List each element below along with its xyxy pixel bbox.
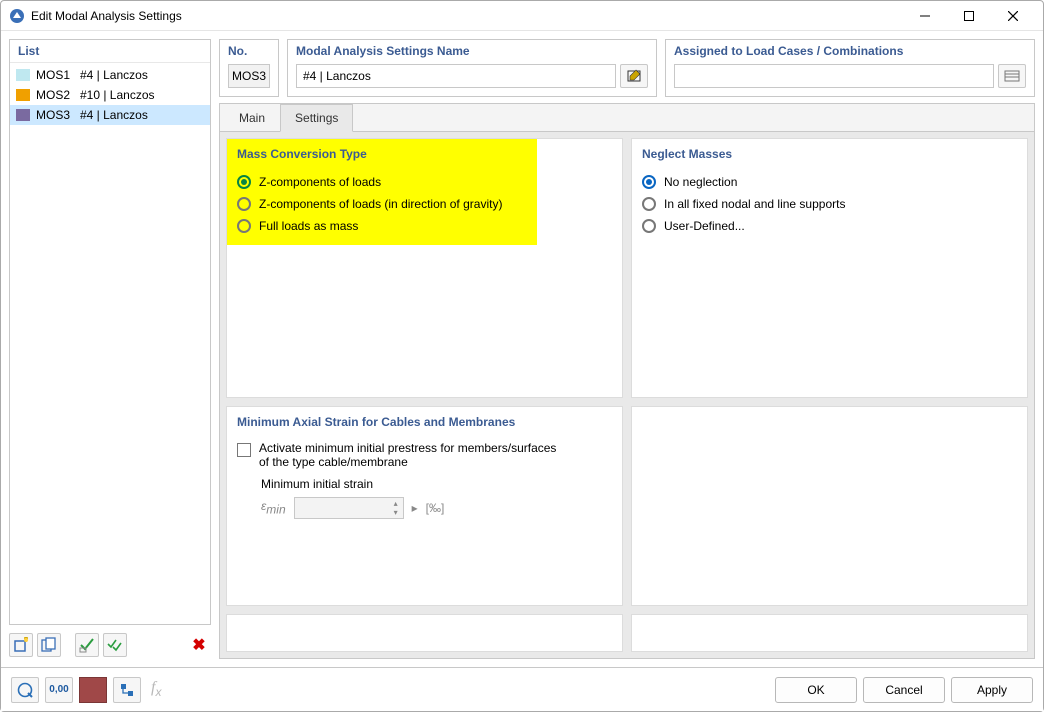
apply-button[interactable]: Apply bbox=[951, 677, 1033, 703]
radio-icon bbox=[642, 197, 656, 211]
name-label: Modal Analysis Settings Name bbox=[296, 44, 648, 64]
tree-button[interactable] bbox=[113, 677, 141, 703]
spin-down[interactable]: ▾ bbox=[391, 509, 401, 517]
list-item-ident: MOS3 bbox=[36, 108, 74, 122]
name-box: Modal Analysis Settings Name bbox=[287, 39, 657, 97]
units-button[interactable]: 0,00 bbox=[45, 677, 73, 703]
neglect-title: Neglect Masses bbox=[642, 147, 1017, 161]
radio-option[interactable]: User-Defined... bbox=[642, 215, 1017, 237]
window-title: Edit Modal Analysis Settings bbox=[31, 9, 903, 23]
close-button[interactable] bbox=[991, 1, 1035, 31]
list-item-name: #10 | Lanczos bbox=[80, 88, 155, 102]
assigned-box: Assigned to Load Cases / Combinations bbox=[665, 39, 1035, 97]
bottom-panel-left bbox=[226, 614, 623, 652]
radio-icon bbox=[642, 219, 656, 233]
min-strain-panel: Minimum Axial Strain for Cables and Memb… bbox=[226, 406, 623, 606]
rename-button[interactable] bbox=[620, 64, 648, 88]
radio-label: Full loads as mass bbox=[259, 219, 358, 233]
new-item-button[interactable] bbox=[9, 633, 33, 657]
copy-value-icon[interactable]: ▸ bbox=[412, 501, 418, 515]
spin-up[interactable]: ▴ bbox=[391, 500, 401, 508]
cancel-button[interactable]: Cancel bbox=[863, 677, 945, 703]
maximize-button[interactable] bbox=[947, 1, 991, 31]
tabstrip: MainSettings bbox=[220, 104, 1034, 132]
list-item-ident: MOS1 bbox=[36, 68, 74, 82]
radio-icon bbox=[237, 197, 251, 211]
min-strain-field-label: Minimum initial strain bbox=[261, 477, 373, 491]
radio-label: In all fixed nodal and line supports bbox=[664, 197, 845, 211]
color-swatch bbox=[16, 69, 30, 81]
list-item[interactable]: MOS3 #4 | Lanczos bbox=[10, 105, 210, 125]
radio-option[interactable]: No neglection bbox=[642, 171, 1017, 193]
list-item-name: #4 | Lanczos bbox=[80, 68, 148, 82]
mass-conversion-title: Mass Conversion Type bbox=[237, 147, 612, 161]
radio-label: Z-components of loads bbox=[259, 175, 381, 189]
settings-list: List MOS1#4 | LanczosMOS2#10 | LanczosMO… bbox=[9, 39, 211, 625]
radio-option[interactable]: Z-components of loads (in direction of g… bbox=[237, 193, 612, 215]
list-item[interactable]: MOS2 #10 | Lanczos bbox=[10, 85, 210, 105]
list-item[interactable]: MOS1 #4 | Lanczos bbox=[10, 65, 210, 85]
app-icon bbox=[9, 8, 25, 24]
number-box: No. MOS3 bbox=[219, 39, 279, 97]
minimize-button[interactable] bbox=[903, 1, 947, 31]
epsilon-symbol: εmin bbox=[261, 499, 286, 516]
radio-option[interactable]: Z-components of loads bbox=[237, 171, 612, 193]
radio-icon bbox=[237, 175, 251, 189]
empty-panel-right bbox=[631, 406, 1028, 606]
radio-label: User-Defined... bbox=[664, 219, 745, 233]
tab-settings[interactable]: Settings bbox=[280, 104, 353, 132]
radio-option[interactable]: In all fixed nodal and line supports bbox=[642, 193, 1017, 215]
activate-prestress-checkbox[interactable] bbox=[237, 443, 251, 457]
min-strain-input[interactable]: ▴ ▾ bbox=[294, 497, 404, 519]
color-swatch-button[interactable] bbox=[79, 677, 107, 703]
mass-conversion-panel: Mass Conversion Type Z-components of loa… bbox=[226, 138, 623, 398]
radio-icon bbox=[237, 219, 251, 233]
check-apply-button[interactable] bbox=[75, 633, 99, 657]
name-input[interactable] bbox=[296, 64, 616, 88]
activate-prestress-label: Activate minimum initial prestress for m… bbox=[259, 441, 569, 469]
help-button[interactable] bbox=[11, 677, 39, 703]
no-value: MOS3 bbox=[228, 64, 270, 88]
bottom-panel-right bbox=[631, 614, 1028, 652]
radio-option[interactable]: Full loads as mass bbox=[237, 215, 612, 237]
titlebar: Edit Modal Analysis Settings bbox=[1, 1, 1043, 31]
radio-label: Z-components of loads (in direction of g… bbox=[259, 197, 502, 211]
check-apply-all-button[interactable] bbox=[103, 633, 127, 657]
assigned-field[interactable] bbox=[674, 64, 994, 88]
fx-icon: fx bbox=[147, 679, 165, 699]
list-header: List bbox=[10, 40, 210, 63]
list-item-name: #4 | Lanczos bbox=[80, 108, 148, 122]
no-label: No. bbox=[228, 44, 270, 64]
radio-icon bbox=[642, 175, 656, 189]
color-swatch bbox=[16, 109, 30, 121]
list-item-ident: MOS2 bbox=[36, 88, 74, 102]
assigned-browse-button[interactable] bbox=[998, 64, 1026, 88]
radio-label: No neglection bbox=[664, 175, 737, 189]
footer: 0,00 fx OK Cancel Apply bbox=[1, 667, 1043, 711]
color-swatch bbox=[16, 89, 30, 101]
min-strain-title: Minimum Axial Strain for Cables and Memb… bbox=[237, 415, 612, 429]
assigned-label: Assigned to Load Cases / Combinations bbox=[674, 44, 1026, 64]
ok-button[interactable]: OK bbox=[775, 677, 857, 703]
copy-item-button[interactable] bbox=[37, 633, 61, 657]
list-toolbar: ✖ bbox=[9, 631, 211, 659]
tab-main[interactable]: Main bbox=[224, 104, 280, 131]
min-strain-unit: [‰] bbox=[426, 501, 445, 515]
delete-item-button[interactable]: ✖ bbox=[187, 635, 211, 655]
neglect-masses-panel: Neglect Masses No neglection In all fixed… bbox=[631, 138, 1028, 398]
